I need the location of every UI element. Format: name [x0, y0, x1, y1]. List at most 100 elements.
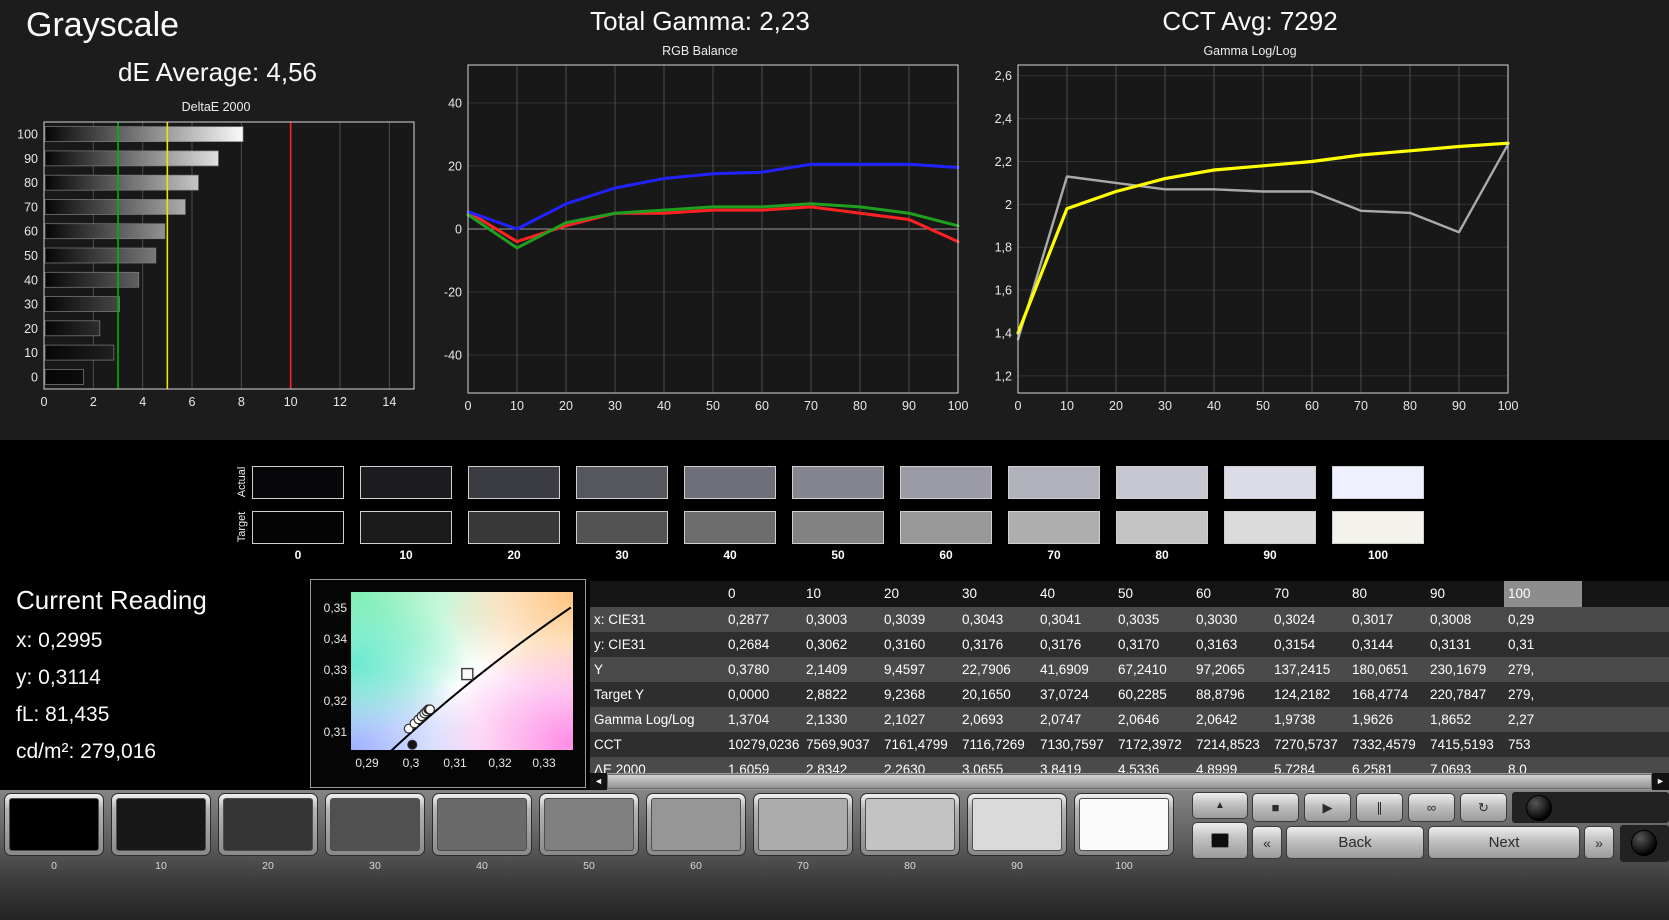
- test-patch-30[interactable]: [325, 793, 425, 856]
- test-patch-10[interactable]: [111, 793, 211, 856]
- test-patch-fill: [972, 798, 1062, 851]
- stop-icon: ■: [1272, 800, 1280, 815]
- record-circle-button[interactable]: [1526, 795, 1552, 821]
- test-patch-labels: 0102030405060708090100: [4, 860, 1174, 872]
- back-button[interactable]: Back: [1286, 826, 1424, 859]
- test-patch-100[interactable]: [1074, 793, 1174, 856]
- table-header-cell: 60: [1192, 581, 1270, 607]
- scrollbar-thumb[interactable]: [607, 774, 1652, 789]
- test-patch-label: 30: [325, 860, 425, 872]
- table-value-cell: 7130,7597: [1036, 732, 1114, 757]
- table-value-cell: 9,4597: [880, 657, 958, 682]
- navigation-button-row: « Back Next »: [1252, 826, 1614, 859]
- charts-region: Grayscale dE Average: 4,56 Total Gamma: …: [0, 0, 1669, 440]
- table-value-cell: 0,3131: [1426, 632, 1504, 657]
- svg-text:60: 60: [1305, 399, 1319, 413]
- cie-x-tick-label: 0,32: [484, 756, 516, 770]
- reading-cdm2: cd/m²: 279,016: [16, 740, 207, 764]
- test-patch-20[interactable]: [218, 793, 318, 856]
- svg-text:0: 0: [1015, 399, 1022, 413]
- table-value-cell: 7415,5193: [1426, 732, 1504, 757]
- scroll-right-button[interactable]: ►: [1652, 773, 1669, 790]
- table-value-cell: 2,0747: [1036, 707, 1114, 732]
- table-value-cell: 7172,3972: [1114, 732, 1192, 757]
- test-patch-fill: [544, 798, 634, 851]
- deltae-bar-50: [45, 248, 156, 263]
- svg-text:80: 80: [853, 399, 867, 413]
- play-button[interactable]: ▶: [1304, 793, 1351, 822]
- deltae-bar-0: [45, 369, 84, 384]
- actual-swatch-100: [1332, 466, 1424, 499]
- target-swatch-70: [1008, 511, 1100, 544]
- svg-text:10: 10: [1060, 399, 1074, 413]
- scroll-up-button[interactable]: ▲: [1192, 792, 1248, 819]
- test-patch-40[interactable]: [432, 793, 532, 856]
- svg-text:10: 10: [24, 346, 38, 360]
- deltae-bar-80: [45, 175, 198, 190]
- table-value-cell: 60,2285: [1114, 682, 1192, 707]
- svg-text:50: 50: [706, 399, 720, 413]
- table-value-cell: 88,8796: [1192, 682, 1270, 707]
- test-patch-50[interactable]: [539, 793, 639, 856]
- svg-text:50: 50: [24, 249, 38, 263]
- test-patch-label: 90: [967, 860, 1067, 872]
- table-header-cell: 40: [1036, 581, 1114, 607]
- test-patch-60[interactable]: [646, 793, 746, 856]
- test-patch-70[interactable]: [753, 793, 853, 856]
- reading-x: x: 0,2995: [16, 629, 207, 653]
- target-swatch-60: [900, 511, 992, 544]
- table-header-cell: 30: [958, 581, 1036, 607]
- pause-button[interactable]: ∥: [1356, 793, 1403, 822]
- test-patch-0[interactable]: [4, 793, 104, 856]
- swatch-level-label: 100: [1332, 548, 1424, 562]
- table-value-cell: 0,3039: [880, 607, 958, 632]
- test-patch-label: 70: [753, 860, 853, 872]
- swatch-level-label: 20: [468, 548, 560, 562]
- measurement-point: [408, 740, 417, 749]
- cie-x-tick-label: 0,29: [351, 756, 383, 770]
- gamma-chart: Gamma Log/Log 2,62,42,221,81,61,41,20102…: [982, 44, 1518, 420]
- cct-average-readout: CCT Avg: 7292: [982, 6, 1518, 37]
- table-row: CCT10279,02367569,90377161,47997116,7269…: [590, 732, 1669, 757]
- swatch-level-label: 60: [900, 548, 992, 562]
- actual-swatch-90: [1224, 466, 1316, 499]
- scroll-left-button[interactable]: ◄: [590, 773, 607, 790]
- actual-swatch-70: [1008, 466, 1100, 499]
- target-swatch-40: [684, 511, 776, 544]
- swatch-level-labels: 0102030405060708090100: [252, 548, 1424, 562]
- table-horizontal-scrollbar[interactable]: ◄ ►: [590, 773, 1669, 790]
- scroll-right-icon: ►: [1656, 776, 1665, 786]
- swatch-level-label: 40: [684, 548, 776, 562]
- table-value-cell: 753: [1504, 732, 1582, 757]
- target-swatch-30: [576, 511, 668, 544]
- pattern-window-button[interactable]: [1192, 822, 1248, 859]
- stop-button[interactable]: ■: [1252, 793, 1299, 822]
- daylight-locus-line: [391, 608, 571, 751]
- target-swatch-row: [252, 511, 1424, 544]
- table-value-cell: 20,1650: [958, 682, 1036, 707]
- actual-swatch-10: [360, 466, 452, 499]
- double-chevron-right-icon: »: [1595, 835, 1603, 851]
- loop-button[interactable]: ∞: [1408, 793, 1455, 822]
- results-table-panel: 0102030405060708090100x: CIE310,28770,30…: [590, 581, 1669, 790]
- table-value-cell: 180,0651: [1348, 657, 1426, 682]
- svg-text:40: 40: [448, 96, 462, 110]
- svg-text:60: 60: [755, 399, 769, 413]
- next-button[interactable]: Next: [1428, 826, 1580, 859]
- test-patch-90[interactable]: [967, 793, 1067, 856]
- next-fast-button[interactable]: »: [1584, 826, 1614, 859]
- svg-text:40: 40: [24, 273, 38, 287]
- page-title: Grayscale: [26, 6, 179, 45]
- back-fast-button[interactable]: «: [1252, 826, 1282, 859]
- measurement-region: Current Reading x: 0,2995 y: 0,3114 fL: …: [0, 575, 1669, 790]
- refresh-button[interactable]: ↻: [1460, 793, 1507, 822]
- swatch-comparison-band: Actual Target 0102030405060708090100: [0, 440, 1669, 575]
- record-circle-button[interactable]: [1631, 830, 1657, 856]
- svg-text:20: 20: [559, 399, 573, 413]
- actual-swatch-80: [1116, 466, 1208, 499]
- test-patch-label: 40: [432, 860, 532, 872]
- target-swatch-100: [1332, 511, 1424, 544]
- test-patch-80[interactable]: [860, 793, 960, 856]
- table-value-cell: 7214,8523: [1192, 732, 1270, 757]
- svg-text:1,6: 1,6: [995, 284, 1012, 298]
